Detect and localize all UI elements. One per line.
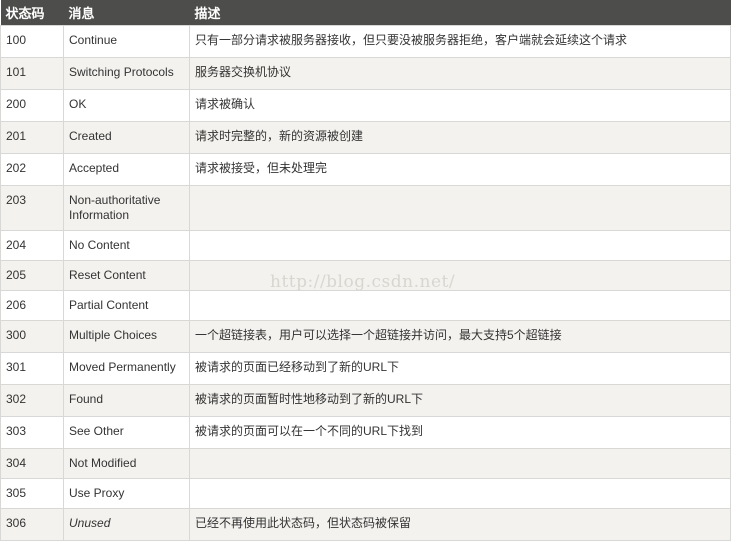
cell-code: 306 [0, 508, 64, 541]
cell-code: 100 [0, 25, 64, 58]
table-row: 305 Use Proxy [0, 478, 731, 509]
cell-message: Multiple Choices [63, 320, 190, 353]
table-row: 301 Moved Permanently 被请求的页面已经移动到了新的URL下 [0, 352, 731, 385]
cell-code: 305 [0, 478, 64, 509]
cell-code: 302 [0, 384, 64, 417]
table-row: 302 Found 被请求的页面暂时性地移动到了新的URL下 [0, 384, 731, 417]
cell-message: Not Modified [63, 448, 190, 479]
cell-code: 203 [0, 185, 64, 231]
header-description: 描述 [189, 0, 731, 26]
cell-message: Found [63, 384, 190, 417]
cell-code: 200 [0, 89, 64, 122]
cell-message: Moved Permanently [63, 352, 190, 385]
cell-message: Use Proxy [63, 478, 190, 509]
table-row: 201 Created 请求时完整的，新的资源被创建 [0, 121, 731, 154]
cell-description [189, 260, 731, 291]
cell-code: 101 [0, 57, 64, 90]
header-message: 消息 [63, 0, 190, 26]
cell-message: Continue [63, 25, 190, 58]
table-header: 状态码 消息 描述 [0, 0, 731, 26]
cell-code: 204 [0, 230, 64, 261]
cell-message: Partial Content [63, 290, 190, 321]
cell-code: 206 [0, 290, 64, 321]
cell-description: 服务器交换机协议 [189, 57, 731, 90]
cell-description: 请求被确认 [189, 89, 731, 122]
table-row: 300 Multiple Choices 一个超链接表，用户可以选择一个超链接并访问… [0, 320, 731, 353]
cell-message: Accepted [63, 153, 190, 186]
table-row: 101 Switching Protocols 服务器交换机协议 [0, 57, 731, 90]
status-code-table: 状态码 消息 描述 100 Continue 只有一部分请求被服务器接收，但只要没被… [0, 0, 731, 541]
cell-description: 请求被接受，但未处理完 [189, 153, 731, 186]
table-row: 100 Continue 只有一部分请求被服务器接收，但只要没被服务器拒绝，客户端就… [0, 25, 731, 58]
cell-code: 301 [0, 352, 64, 385]
cell-description: 被请求的页面可以在一个不同的URL下找到 [189, 416, 731, 449]
cell-description [189, 185, 731, 231]
table-row: 303 See Other 被请求的页面可以在一个不同的URL下找到 [0, 416, 731, 449]
cell-code: 304 [0, 448, 64, 479]
cell-code: 201 [0, 121, 64, 154]
cell-description: 只有一部分请求被服务器接收，但只要没被服务器拒绝，客户端就会延续这个请求 [189, 25, 731, 58]
cell-message: Switching Protocols [63, 57, 190, 90]
cell-message: See Other [63, 416, 190, 449]
cell-description: 一个超链接表，用户可以选择一个超链接并访问，最大支持5个超链接 [189, 320, 731, 353]
cell-description: 请求时完整的，新的资源被创建 [189, 121, 731, 154]
cell-message: Non-authoritative Information [63, 185, 190, 231]
cell-code: 202 [0, 153, 64, 186]
cell-message: OK [63, 89, 190, 122]
table-row: 205 Reset Content [0, 260, 731, 291]
cell-description [189, 290, 731, 321]
cell-description: 被请求的页面暂时性地移动到了新的URL下 [189, 384, 731, 417]
cell-description: 已经不再使用此状态码，但状态码被保留 [189, 508, 731, 541]
table-row: 204 No Content [0, 230, 731, 261]
cell-code: 303 [0, 416, 64, 449]
cell-description [189, 478, 731, 509]
cell-code: 300 [0, 320, 64, 353]
cell-description [189, 230, 731, 261]
table-row: 202 Accepted 请求被接受，但未处理完 [0, 153, 731, 186]
cell-description [189, 448, 731, 479]
table-row: 306 Unused 已经不再使用此状态码，但状态码被保留 [0, 508, 731, 541]
table-row: 203 Non-authoritative Information [0, 185, 731, 231]
table-row: 304 Not Modified [0, 448, 731, 479]
cell-message: Unused [63, 508, 190, 541]
cell-message: Reset Content [63, 260, 190, 291]
cell-message: No Content [63, 230, 190, 261]
table-row: 206 Partial Content [0, 290, 731, 321]
cell-code: 205 [0, 260, 64, 291]
table-row: 200 OK 请求被确认 [0, 89, 731, 122]
header-code: 状态码 [0, 0, 64, 26]
cell-message: Created [63, 121, 190, 154]
cell-description: 被请求的页面已经移动到了新的URL下 [189, 352, 731, 385]
